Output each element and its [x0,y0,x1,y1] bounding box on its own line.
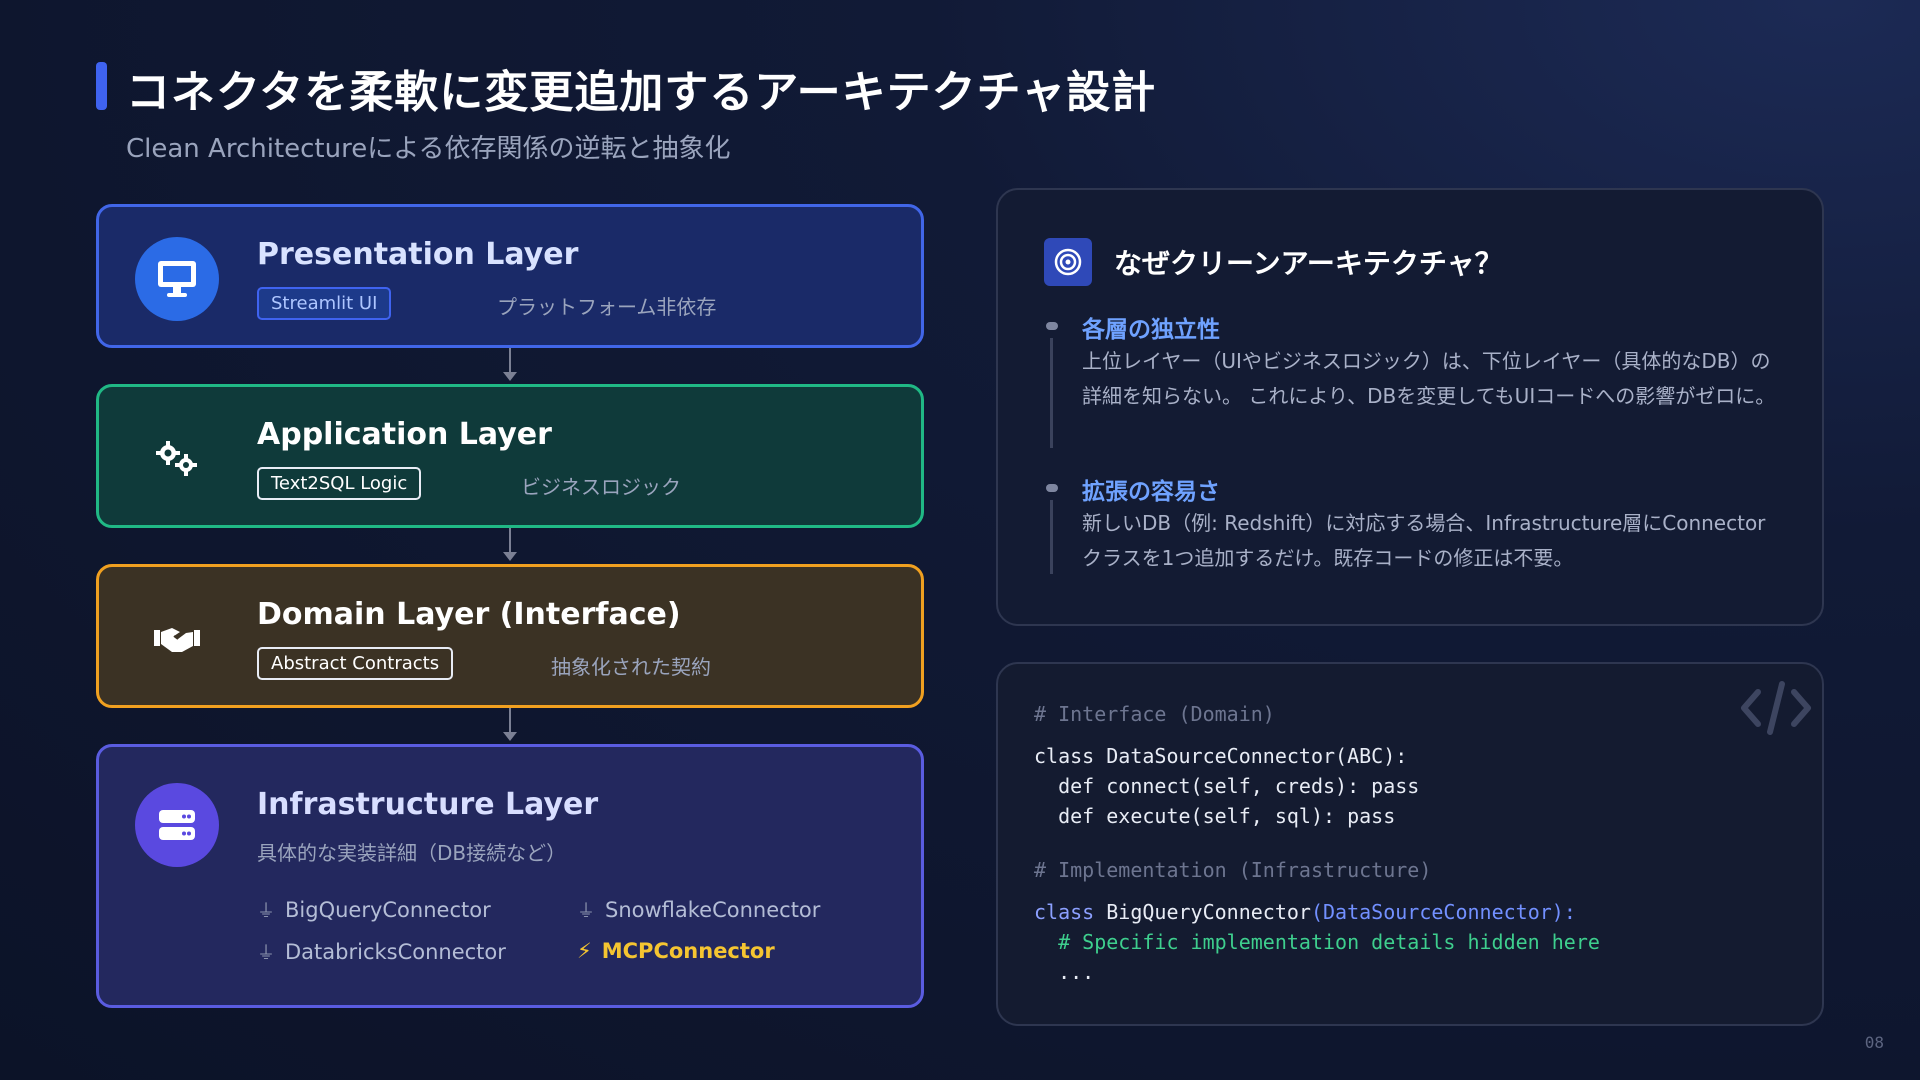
code-comment: # Implementation (Infrastructure) [1034,858,1432,882]
bullet-line [1050,338,1053,448]
arrow-down-icon [503,552,517,561]
why-clean-architecture-panel: なぜクリーンアーキテクチャ？ 各層の独立性 上位レイヤー（UIやビジネスロジック… [996,188,1824,626]
layer-name: Presentation Layer [257,237,579,272]
plug-icon: ⏚ [257,901,275,922]
point-text: 上位レイヤー（UIやビジネスロジック）は、下位レイヤー（具体的なDB）の詳細を知… [1082,349,1776,408]
code-line: def execute(self, sql): pass [1034,804,1396,828]
infrastructure-layer-card: Infrastructure Layer 具体的な実装詳細（DB接続など） ⏚ … [96,744,924,1008]
layer-description: 具体的な実装詳細（DB接続など） [257,841,567,865]
code-line: class BigQueryConnector(DataSourceConnec… [1034,900,1576,924]
layer-description: プラットフォーム非依存 [497,295,717,319]
layer-tag: Text2SQL Logic [257,467,422,500]
code-brackets-icon [1738,676,1814,744]
server-icon [135,783,219,867]
arrow-down-icon [503,372,517,381]
arrow-down-icon [503,732,517,741]
layer-tag: Streamlit UI [257,287,392,320]
monitor-icon [135,237,219,321]
bolt-icon: ⚡ [577,939,592,963]
connector-item: ⏚ DatabricksConnector [257,940,506,964]
page-number: 08 [1864,1033,1884,1052]
point-title: 拡張の容易さ [1082,479,1220,505]
panel-heading: なぜクリーンアーキテクチャ？ [1114,247,1503,280]
title-accent-bar [96,62,107,110]
connector-item: ⏚ BigQueryConnector [257,898,491,922]
connector-item-highlighted: ⚡ MCPConnector [577,939,775,963]
application-layer-card: Application Layer Text2SQL Logic ビジネスロジッ… [96,384,924,528]
gears-icon [135,417,219,501]
point-title: 各層の独立性 [1082,317,1220,343]
code-comment: # Specific implementation details hidden… [1034,930,1600,954]
layer-tag: Abstract Contracts [257,647,454,680]
layer-name: Application Layer [257,417,552,452]
layer-name: Infrastructure Layer [257,787,599,822]
code-line: def connect(self, creds): pass [1034,774,1420,798]
bullet-line [1050,500,1053,574]
layer-description: 抽象化された契約 [551,655,711,679]
target-icon [1044,238,1092,286]
code-line: class DataSourceConnector(ABC): [1034,744,1408,768]
page-subtitle: Clean Architectureによる依存関係の逆転と抽象化 [126,134,731,164]
arrow-connector [509,528,511,552]
connector-item: ⏚ SnowflakeConnector [577,898,821,922]
bullet-dot [1046,484,1058,492]
bullet-dot [1046,322,1058,330]
code-line: ... [1034,960,1095,984]
arrow-connector [509,708,511,732]
plug-icon: ⏚ [577,901,595,922]
presentation-layer-card: Presentation Layer Streamlit UI プラットフォーム… [96,204,924,348]
layer-name: Domain Layer (Interface) [257,597,681,632]
plug-icon: ⏚ [257,943,275,964]
handshake-icon [135,597,219,681]
arrow-connector [509,348,511,372]
domain-layer-card: Domain Layer (Interface) Abstract Contra… [96,564,924,708]
code-comment: # Interface (Domain) [1034,702,1275,726]
page-title: コネクタを柔軟に変更追加するアーキテクチャ設計 [126,67,1157,118]
code-sample-panel: # Interface (Domain) class DataSourceCon… [996,662,1824,1026]
point-text: 新しいDB（例: Redshift）に対応する場合、Infrastructure… [1082,511,1766,570]
layer-description: ビジネスロジック [521,475,681,499]
